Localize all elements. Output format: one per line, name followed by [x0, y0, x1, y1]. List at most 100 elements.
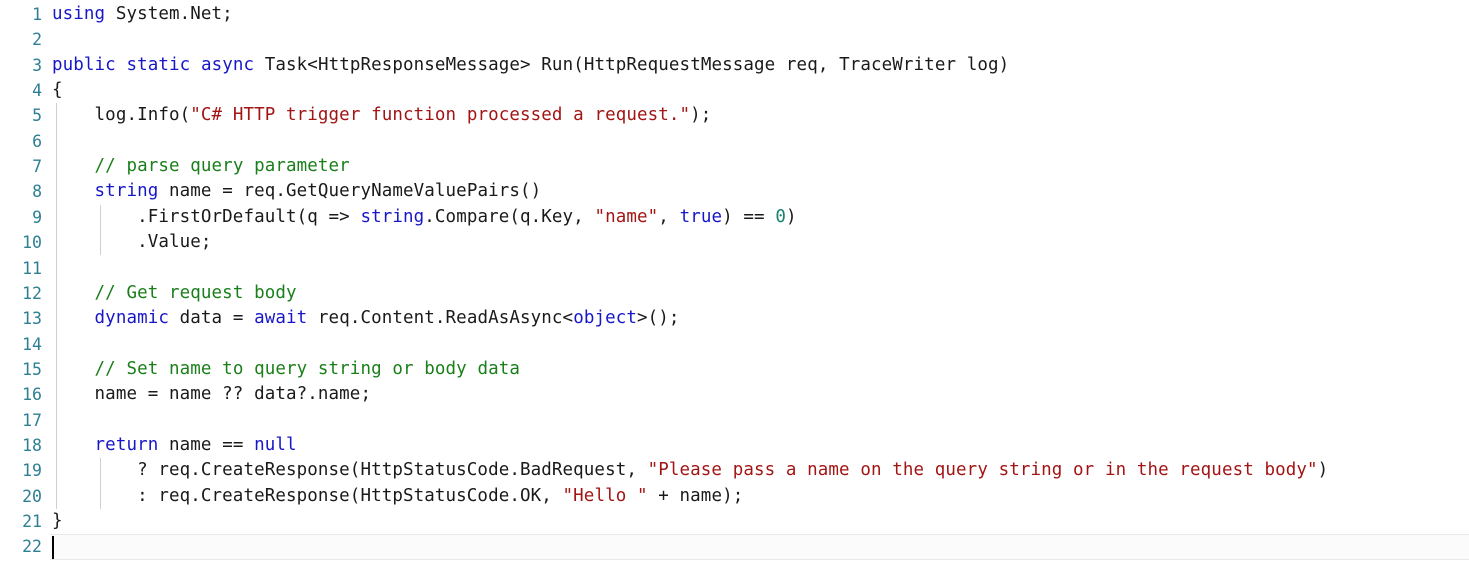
- line-text[interactable]: name = name ?? data?.name;: [52, 382, 371, 407]
- line-number: 19: [22, 461, 42, 481]
- code-line[interactable]: 16 name = name ?? data?.name;: [0, 382, 1469, 407]
- line-number: 9: [32, 207, 42, 227]
- code-line[interactable]: 8 string name = req.GetQueryNameValuePai…: [0, 179, 1469, 204]
- line-text[interactable]: dynamic data = await req.Content.ReadAsA…: [52, 306, 680, 331]
- code-lines-container[interactable]: 1 using System.Net; 2 3 public static async …: [0, 0, 1469, 560]
- token-cmt: // Get request body: [94, 282, 297, 303]
- token-kw: using: [52, 4, 106, 24]
- token-cmt: // parse query parameter: [94, 156, 350, 177]
- line-text[interactable]: return name == null: [52, 433, 297, 458]
- token-str: "C# HTTP trigger function processed a re…: [190, 105, 691, 126]
- code-editor[interactable]: 1 using System.Net; 2 3 public static async …: [0, 0, 1469, 571]
- line-text[interactable]: // parse query parameter: [52, 154, 350, 179]
- line-number: 7: [32, 157, 42, 177]
- code-line[interactable]: 10 .Value;: [0, 230, 1469, 255]
- line-number: 21: [22, 512, 42, 531]
- line-number: 13: [22, 309, 42, 329]
- line-number: 6: [32, 131, 42, 151]
- token-pl: : req.CreateResponse(HttpStatusCode.OK,: [52, 485, 563, 506]
- token-pl: .FirstOrDefault(q =>: [52, 206, 361, 227]
- line-text[interactable]: {: [52, 78, 63, 103]
- code-line[interactable]: 9 .FirstOrDefault(q => string.Compare(q.…: [0, 205, 1469, 230]
- token-pl: ) ==: [722, 206, 776, 227]
- token-pl: ,: [658, 206, 680, 227]
- code-text-layer[interactable]: 1 using System.Net; 2 3 public static async …: [0, 0, 1469, 556]
- token-kw: object: [573, 308, 638, 329]
- code-line[interactable]: 18 return name == null: [0, 433, 1469, 458]
- code-line[interactable]: 14: [0, 332, 1469, 357]
- token-str: "name": [594, 206, 659, 227]
- line-text[interactable]: string name = req.GetQueryNameValuePairs…: [52, 179, 542, 204]
- line-number: 22: [22, 537, 42, 557]
- token-pl: }: [52, 511, 63, 531]
- code-line[interactable]: 4{: [0, 78, 1469, 103]
- token-kw: async: [200, 54, 255, 75]
- line-number: 12: [22, 283, 42, 303]
- code-line[interactable]: 22: [0, 534, 1469, 559]
- token-pl: req.Content.ReadAsAsync<: [307, 308, 574, 329]
- line-text[interactable]: public static async Task<HttpResponseMes…: [52, 53, 1009, 78]
- line-number: 18: [22, 435, 42, 455]
- line-number: 14: [22, 334, 42, 354]
- token-kw: return: [94, 434, 159, 455]
- code-line[interactable]: 20 : req.CreateResponse(HttpStatusCode.O…: [0, 484, 1469, 509]
- code-line[interactable]: 3 public static async Task<HttpResponseMe…: [0, 53, 1469, 78]
- token-pl: System.Net;: [105, 4, 233, 24]
- line-number: 1: [32, 5, 42, 24]
- token-kw: string: [360, 206, 425, 227]
- token-cmt: // Set name to query string or body data: [94, 358, 520, 379]
- token-pl: name = req.GetQueryNameValuePairs(): [158, 181, 542, 202]
- token-kw: true: [679, 206, 723, 227]
- code-line[interactable]: 19 ? req.CreateResponse(HttpStatusCode.B…: [0, 458, 1469, 483]
- line-number: 17: [22, 410, 42, 430]
- token-str: "Hello ": [562, 485, 648, 506]
- code-line[interactable]: 7 // parse query parameter: [0, 154, 1469, 179]
- token-pl: {: [52, 80, 63, 101]
- line-number: 15: [22, 359, 42, 379]
- code-line[interactable]: 11: [0, 256, 1469, 281]
- token-pl: name ==: [158, 434, 255, 455]
- code-line[interactable]: 1 using System.Net;: [0, 2, 1469, 27]
- code-line[interactable]: 5 log.Info("C# HTTP trigger function pro…: [0, 103, 1469, 128]
- code-line[interactable]: 12 // Get request body: [0, 281, 1469, 306]
- token-pl: ): [1317, 460, 1329, 481]
- text-caret: [52, 536, 54, 559]
- code-line[interactable]: 17: [0, 408, 1469, 433]
- token-str: "Please pass a name on the query string …: [647, 460, 1318, 481]
- line-number: 11: [22, 258, 42, 278]
- token-kw: string: [94, 181, 159, 202]
- code-line[interactable]: 21}: [0, 509, 1469, 534]
- code-line[interactable]: 15 // Set name to query string or body d…: [0, 357, 1469, 382]
- line-text[interactable]: using System.Net;: [52, 2, 233, 27]
- token-kw: null: [254, 434, 297, 455]
- token-pl: >();: [637, 308, 680, 329]
- line-number: 20: [22, 486, 42, 506]
- code-line[interactable]: 6: [0, 129, 1469, 154]
- code-line[interactable]: 13 dynamic data = await req.Content.Read…: [0, 306, 1469, 331]
- token-pl: ? req.CreateResponse(HttpStatusCode.BadR…: [52, 460, 648, 481]
- line-text[interactable]: log.Info("C# HTTP trigger function proce…: [52, 103, 712, 128]
- token-pl: + name);: [647, 485, 744, 506]
- line-text[interactable]: .FirstOrDefault(q => string.Compare(q.Ke…: [52, 205, 797, 230]
- token-kw: dynamic: [94, 308, 169, 329]
- line-number: 2: [32, 30, 42, 50]
- line-text[interactable]: // Get request body: [52, 281, 297, 306]
- line-text[interactable]: ? req.CreateResponse(HttpStatusCode.BadR…: [52, 458, 1328, 483]
- token-pl: ): [785, 206, 797, 227]
- token-pl: log.Info(: [52, 105, 191, 126]
- token-pl: .Compare(q.Key,: [424, 206, 595, 227]
- token-pl: name = name ?? data?.name;: [52, 384, 372, 405]
- line-text[interactable]: // Set name to query string or body data: [52, 357, 520, 382]
- line-text[interactable]: .Value;: [52, 230, 212, 255]
- line-text[interactable]: : req.CreateResponse(HttpStatusCode.OK, …: [52, 484, 743, 509]
- token-num: 0: [775, 206, 786, 227]
- line-text[interactable]: }: [52, 509, 63, 534]
- code-line[interactable]: 2: [0, 27, 1469, 52]
